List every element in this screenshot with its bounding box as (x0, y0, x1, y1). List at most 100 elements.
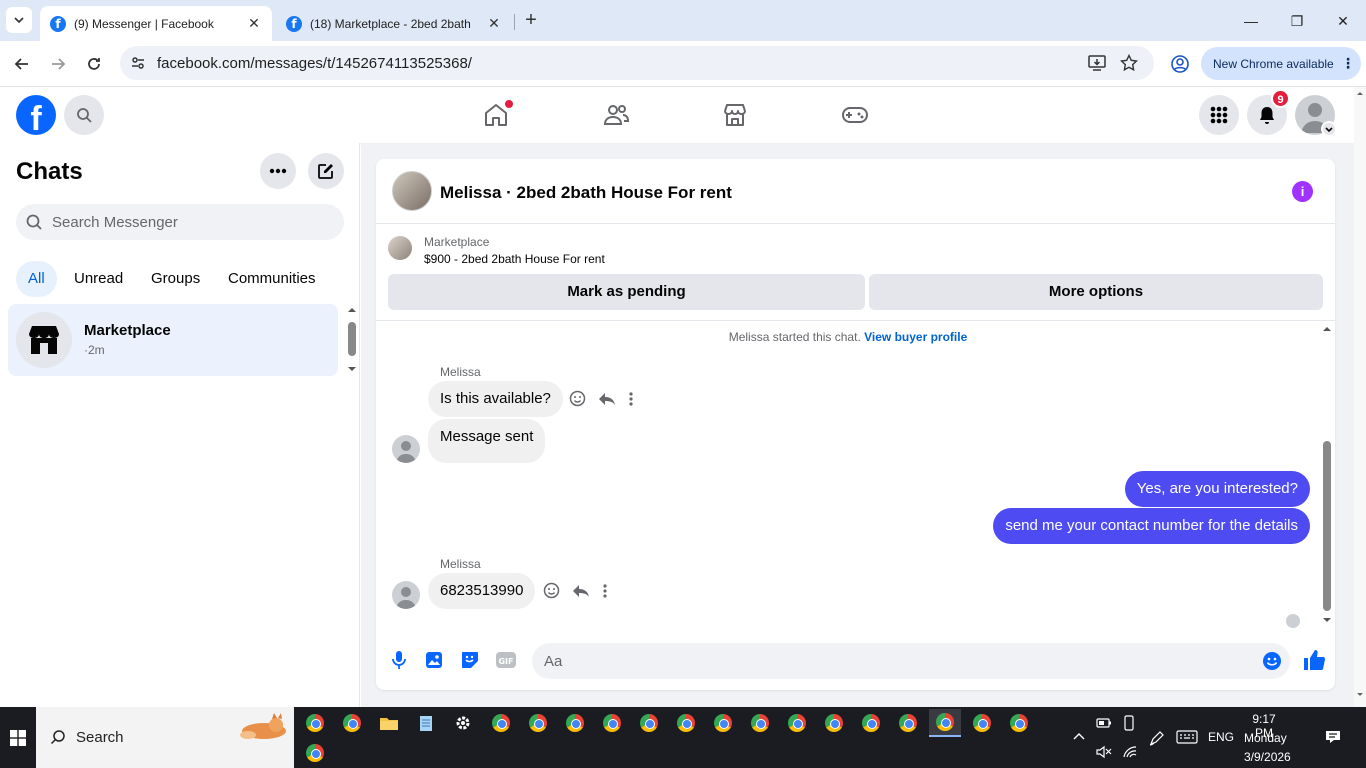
chevron-up-icon[interactable] (1073, 731, 1085, 741)
chat-list-scrollbar[interactable] (345, 306, 359, 374)
new-message-button[interactable] (308, 153, 344, 189)
profile-icon[interactable] (1170, 54, 1190, 74)
clock-day[interactable]: Monday (1244, 731, 1287, 745)
conversation-scrollbar[interactable] (1320, 325, 1334, 627)
menu-button[interactable] (1199, 95, 1239, 135)
back-button[interactable] (9, 51, 35, 77)
language-indicator[interactable]: ENG (1205, 730, 1237, 744)
install-app-icon[interactable] (1088, 55, 1106, 71)
conversation-header: Melissa · 2bed 2bath House For rent i (376, 159, 1335, 224)
view-buyer-profile-link[interactable]: View buyer profile (864, 330, 967, 344)
facebook-search-button[interactable] (64, 95, 104, 135)
gif-icon[interactable]: GIF (495, 649, 517, 671)
reload-button[interactable] (81, 51, 107, 77)
listing-title[interactable]: $900 - 2bed 2bath House For rent (424, 252, 605, 266)
incoming-message-bubble[interactable]: Message sent (428, 419, 546, 463)
microphone-icon[interactable] (388, 649, 410, 671)
messenger-search-input[interactable]: Search Messenger (16, 204, 344, 240)
taskbar-chrome-app[interactable] (299, 709, 331, 737)
filter-unread[interactable]: Unread (62, 261, 135, 297)
reply-icon[interactable] (598, 391, 616, 407)
taskbar-search-box[interactable]: Search (36, 707, 294, 768)
forward-button[interactable] (45, 51, 71, 77)
volume-muted-icon[interactable] (1096, 745, 1112, 759)
touch-keyboard-icon[interactable] (1176, 730, 1198, 744)
react-emoji-icon[interactable] (569, 390, 586, 407)
taskbar-chrome-app[interactable] (596, 709, 628, 737)
battery-icon[interactable] (1096, 717, 1112, 729)
sticker-icon[interactable] (459, 649, 481, 671)
sender-avatar[interactable] (392, 435, 420, 463)
tab-search-button[interactable] (6, 7, 32, 33)
new-tab-button[interactable]: + (520, 9, 542, 31)
message-input[interactable]: Aa (532, 643, 1290, 679)
react-emoji-icon[interactable] (543, 582, 560, 599)
more-vertical-icon[interactable] (628, 391, 634, 407)
filter-communities[interactable]: Communities (216, 261, 328, 297)
taskbar-settings[interactable] (447, 709, 479, 737)
filter-all[interactable]: All (16, 261, 57, 297)
more-options-button[interactable]: More options (869, 274, 1323, 310)
more-vertical-icon[interactable] (602, 583, 608, 599)
reply-icon[interactable] (572, 583, 590, 599)
site-settings-icon[interactable] (130, 55, 146, 71)
tab-marketplace[interactable]: f (18) Marketplace - 2bed 2bath ✕ (276, 6, 512, 41)
taskbar-chrome-app[interactable] (633, 709, 665, 737)
taskbar-chrome-app[interactable] (299, 739, 331, 767)
taskbar-chrome-app[interactable] (966, 709, 998, 737)
taskbar-chrome-app[interactable] (707, 709, 739, 737)
photo-icon[interactable] (423, 649, 445, 671)
sender-avatar[interactable] (392, 581, 420, 609)
minimize-button[interactable]: — (1228, 8, 1274, 34)
taskbar-chrome-app[interactable] (892, 709, 924, 737)
page-scrollbar[interactable] (1354, 87, 1366, 707)
conversation-title[interactable]: Melissa · 2bed 2bath House For rent (440, 183, 732, 203)
taskbar-chrome-app[interactable] (522, 709, 554, 737)
outgoing-message-bubble[interactable]: Yes, are you interested? (1124, 471, 1310, 507)
mark-as-pending-button[interactable]: Mark as pending (388, 274, 865, 310)
close-tab-icon[interactable]: ✕ (486, 15, 502, 32)
chat-list-item-marketplace[interactable]: Marketplace ·2m (8, 304, 338, 376)
taskbar-chrome-app[interactable] (1003, 709, 1035, 737)
incoming-message-bubble[interactable]: Is this available? (428, 381, 563, 417)
pen-icon[interactable] (1148, 729, 1166, 747)
taskbar-chrome-app[interactable] (818, 709, 850, 737)
taskbar-chrome-app[interactable] (559, 709, 591, 737)
taskbar-chrome-app[interactable] (855, 709, 887, 737)
outgoing-message-bubble[interactable]: send me your contact number for the deta… (993, 508, 1310, 544)
thumbs-up-icon[interactable] (1302, 648, 1326, 672)
conversation-avatar[interactable] (392, 171, 432, 211)
facebook-logo-icon[interactable]: f (16, 95, 56, 135)
taskbar-chrome-app[interactable] (485, 709, 517, 737)
taskbar-chrome-app[interactable] (670, 709, 702, 737)
account-chevron-button[interactable] (1321, 121, 1337, 137)
incoming-message-bubble[interactable]: 6823513990 (428, 573, 536, 609)
maximize-button[interactable]: ❐ (1274, 8, 1320, 34)
taskbar-chrome-app[interactable] (781, 709, 813, 737)
taskbar-chrome-app[interactable] (744, 709, 776, 737)
address-bar[interactable]: facebook.com/messages/t/1452674113525368… (120, 46, 1154, 80)
bookmark-star-icon[interactable] (1120, 54, 1138, 72)
arrow-left-icon (14, 58, 28, 70)
emoji-icon[interactable] (1262, 651, 1282, 671)
taskbar-chrome-app-active[interactable] (929, 709, 961, 737)
info-icon[interactable]: i (1292, 181, 1313, 202)
close-tab-icon[interactable]: ✕ (246, 15, 262, 32)
marketplace-icon[interactable] (721, 101, 749, 129)
notification-center-icon[interactable] (1325, 729, 1341, 745)
gaming-icon[interactable] (841, 101, 869, 129)
taskbar-file-explorer[interactable] (373, 709, 405, 737)
taskbar-chrome-app[interactable] (336, 709, 368, 737)
phone-link-icon[interactable] (1122, 715, 1136, 731)
taskbar-notepad[interactable] (410, 709, 442, 737)
friends-icon[interactable] (602, 101, 630, 129)
start-button[interactable] (0, 707, 36, 768)
listing-thumbnail[interactable] (388, 236, 412, 260)
wifi-icon[interactable] (1122, 745, 1138, 759)
filter-groups[interactable]: Groups (139, 261, 212, 297)
chrome-update-button[interactable]: New Chrome available ⋮ (1201, 47, 1361, 80)
tab-messenger[interactable]: f (9) Messenger | Facebook ✕ (40, 6, 272, 41)
clock-date[interactable]: 3/9/2026 (1244, 750, 1291, 764)
chat-options-button[interactable] (260, 153, 296, 189)
close-window-button[interactable]: ✕ (1320, 8, 1366, 34)
